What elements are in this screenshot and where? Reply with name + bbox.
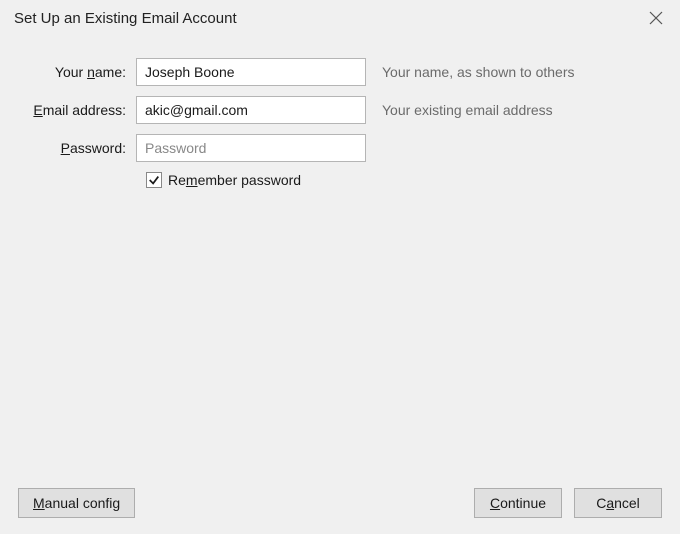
name-label-accel: n — [87, 64, 95, 80]
email-input[interactable] — [136, 96, 366, 124]
button-bar-right: Continue Cancel — [474, 488, 662, 518]
check-icon — [148, 174, 160, 186]
cancel-text: ncel — [614, 495, 640, 511]
email-row: Email address: Your existing email addre… — [18, 96, 662, 124]
remember-label-post: ember password — [198, 172, 302, 188]
close-button[interactable] — [646, 8, 666, 28]
email-label: Email address: — [18, 102, 136, 118]
password-row: Password: — [18, 134, 662, 162]
cancel-pre: C — [596, 495, 606, 511]
remember-checkbox[interactable] — [146, 172, 162, 188]
name-hint: Your name, as shown to others — [382, 64, 575, 80]
name-label: Your name: — [18, 64, 136, 80]
form-area: Your name: Your name, as shown to others… — [0, 38, 680, 188]
name-label-post: ame: — [95, 64, 126, 80]
email-label-accel: E — [33, 102, 42, 118]
password-label-post: assword: — [70, 140, 126, 156]
manual-config-button[interactable]: Manual config — [18, 488, 135, 518]
manual-accel: M — [33, 495, 45, 511]
remember-label-pre: Re — [168, 172, 186, 188]
name-label-pre: Your — [55, 64, 87, 80]
continue-text: ontinue — [500, 495, 546, 511]
remember-row: Remember password — [146, 172, 662, 188]
close-icon — [649, 11, 663, 25]
dialog-title: Set Up an Existing Email Account — [14, 10, 237, 27]
remember-label[interactable]: Remember password — [168, 172, 301, 188]
email-label-post: mail address: — [43, 102, 126, 118]
cancel-accel: a — [606, 495, 614, 511]
button-bar-left: Manual config — [18, 488, 135, 518]
titlebar: Set Up an Existing Email Account — [0, 0, 680, 38]
name-input[interactable] — [136, 58, 366, 86]
password-input[interactable] — [136, 134, 366, 162]
password-label-accel: P — [61, 140, 70, 156]
password-label: Password: — [18, 140, 136, 156]
email-hint: Your existing email address — [382, 102, 553, 118]
remember-label-accel: m — [186, 172, 198, 188]
cancel-button[interactable]: Cancel — [574, 488, 662, 518]
button-bar: Manual config Continue Cancel — [0, 488, 680, 518]
name-row: Your name: Your name, as shown to others — [18, 58, 662, 86]
manual-text: anual config — [45, 495, 121, 511]
continue-button[interactable]: Continue — [474, 488, 562, 518]
continue-accel: C — [490, 495, 500, 511]
